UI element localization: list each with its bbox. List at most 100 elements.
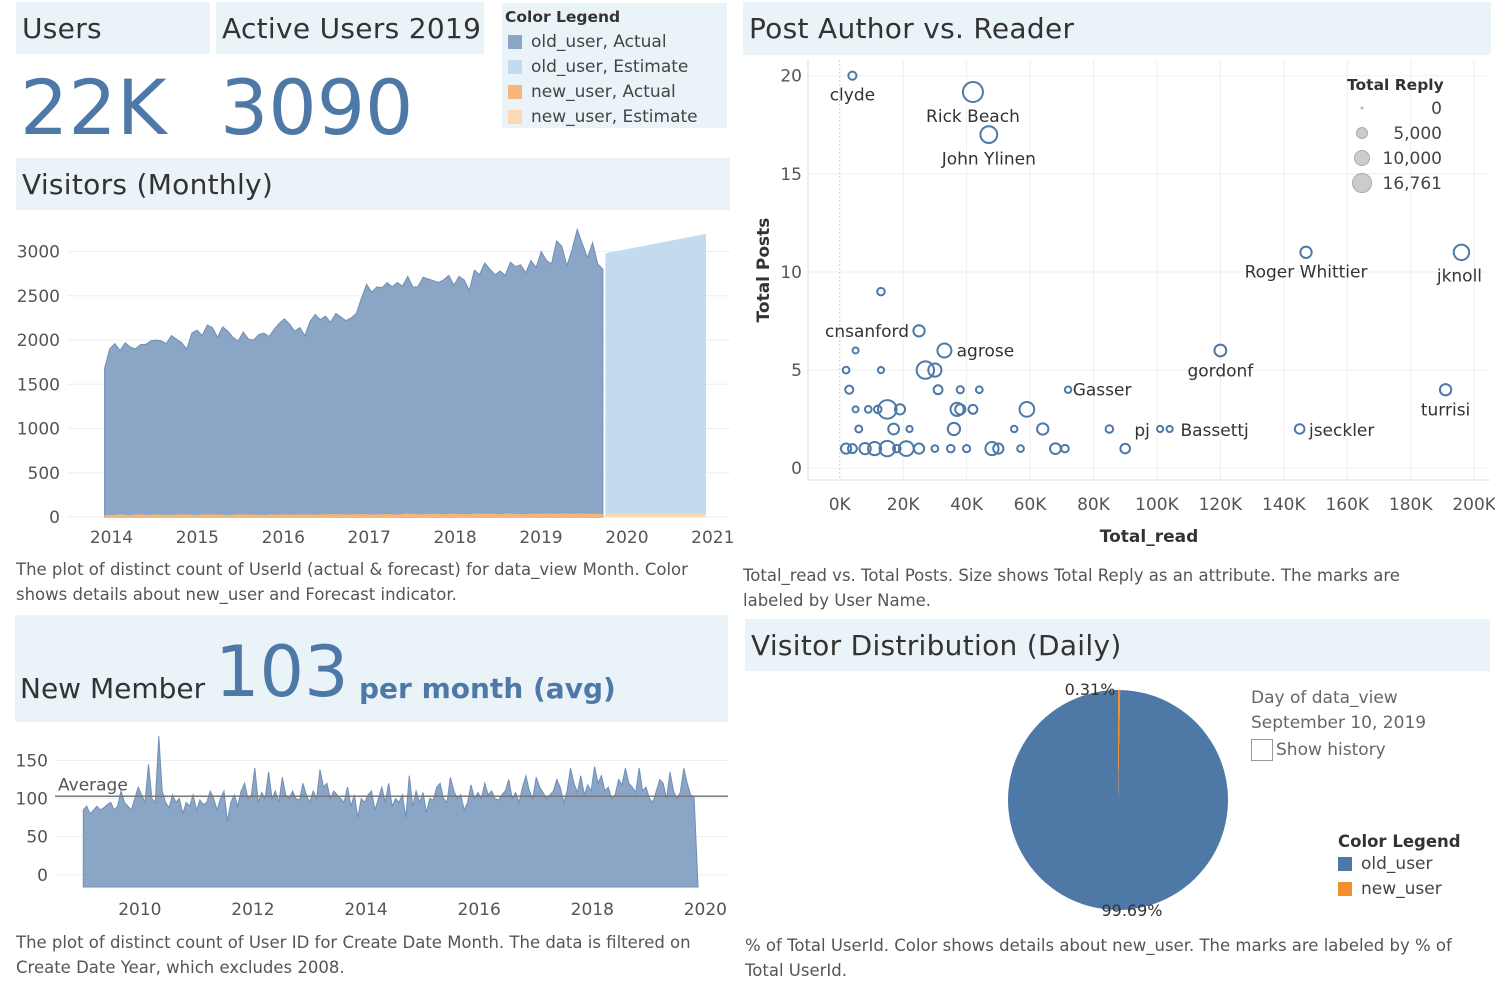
x-tick-label: 120K [1199,495,1243,515]
scatter-point [887,422,901,436]
distribution-pie[interactable]: 0.31% 99.69% [990,675,1250,925]
legend-swatch [508,59,522,74]
scatter-point [955,385,965,395]
scatter-point [1165,424,1174,434]
x-tick-label: 2012 [231,900,274,920]
scatter-point [932,384,944,396]
point-label: clyde [830,86,875,106]
scatter-point [851,346,860,355]
scatter-point [846,443,858,455]
y-axis-title: Total Posts [754,218,774,323]
scatter-point [1293,423,1306,435]
size-legend-mark [1354,150,1370,166]
scatter-point [905,424,914,434]
series-old-actual [104,227,604,518]
new-member-header: New Member 103 per month (avg) [15,615,728,722]
point-label: Gasser [1073,381,1132,401]
scatter-title: Post Author vs. Reader [749,12,1075,45]
pie-label-new: 0.31% [1065,680,1116,699]
scatter-point [854,424,864,434]
x-tick-label: 2010 [118,900,161,920]
y-tick-label: 0 [791,459,802,479]
scatter-point [1009,424,1019,434]
scatter-point [930,444,940,453]
point-label: cnsanford [825,322,909,342]
pie-label-old: 99.69% [1101,901,1162,920]
x-tick-label: 2015 [176,528,219,548]
y-tick-label: 500 [28,464,60,484]
legend-swatch [508,109,522,124]
distribution-caption: % of Total UserId. Color shows details a… [745,936,1452,980]
new-member-unit: per month (avg) [359,672,616,705]
show-history-toggle[interactable]: Show history [1251,738,1426,763]
y-tick-label: 0 [37,866,48,886]
x-tick-label: 140K [1262,495,1306,515]
scatter-point [946,421,962,437]
scatter-point [1018,400,1036,418]
x-tick-label: 200K [1452,495,1495,515]
y-tick-label: 2500 [17,287,60,307]
x-tick-label: 160K [1325,495,1369,515]
new-members-chart[interactable]: 0 50 100 150 2010 2012 2014 2016 2018 2020 Average [0,725,740,925]
legend-item-old-actual[interactable]: old_user, Actual [508,29,698,54]
x-tick-label: 2016 [458,900,501,920]
x-tick-label: 2016 [262,528,305,548]
color-legend-title: Color Legend [505,8,621,26]
show-history-checkbox[interactable] [1251,739,1273,761]
x-tick-label: 2020 [605,528,648,548]
users-kpi-title: Users [22,12,102,45]
x-tick-label: 100K [1135,495,1179,515]
scatter-point [858,441,872,456]
legend-item-new-estimate[interactable]: new_user, Estimate [508,104,698,129]
series-old-estimate [605,233,706,517]
scatter-point [1036,422,1050,436]
scatter-point [1299,245,1313,259]
pie-legend-item-old[interactable]: old_user [1338,851,1461,876]
scatter-point [1119,442,1131,455]
x-tick-label: 40K [950,495,984,515]
scatter-point [912,442,926,455]
scatter-point [961,81,984,103]
visitors-title: Visitors (Monthly) [22,168,274,201]
legend-swatch [508,34,522,49]
y-tick-label: 1000 [17,420,60,440]
point-label: jseckler [1308,421,1374,441]
scatter-caption: Total_read vs. Total Posts. Size shows T… [743,566,1400,610]
size-legend-label: 10,000 [1383,149,1442,169]
size-legend-label: 5,000 [1393,124,1442,144]
scatter-point [945,443,956,454]
y-tick-label: 150 [16,751,48,771]
legend-item-old-estimate[interactable]: old_user, Estimate [508,54,698,79]
day-filter-value[interactable]: September 10, 2019 [1251,711,1426,736]
y-tick-label: 3000 [17,243,60,263]
point-label: pj [1134,421,1150,441]
average-label: Average [58,775,128,795]
pie-legend-item-new[interactable]: new_user [1338,876,1461,901]
point-label: Bassettj [1180,421,1248,441]
active-users-kpi-title: Active Users 2019 [222,12,482,45]
point-label: Rick Beach [926,107,1020,127]
users-kpi-value: 22K [20,63,167,152]
scatter-point [1438,383,1453,397]
x-tick-label: 2020 [684,900,727,920]
x-tick-label: 80K [1077,495,1111,515]
scatter-point [1049,442,1062,455]
scatter-point [979,125,999,144]
size-legend-marks: 0 5,000 10,000 16,761 [1352,99,1442,194]
size-legend-label: 0 [1431,99,1442,119]
scatter-point [912,324,926,338]
x-tick-label: 2014 [90,528,133,548]
new-member-caption: The plot of distinct count of User ID fo… [16,933,691,977]
scatter-point [844,384,855,395]
legend-swatch [508,84,522,99]
point-label: agrose [957,341,1015,361]
y-tick-label: 1500 [17,375,60,395]
legend-item-new-actual[interactable]: new_user, Actual [508,79,698,104]
size-legend-mark [1352,173,1372,193]
users-kpi-header: Users [16,2,210,54]
scatter-point [851,405,860,414]
day-filter: Day of data_view September 10, 2019 Show… [1251,686,1426,763]
series-new-estimate [605,513,706,517]
point-label: turrisi [1421,401,1470,421]
visitors-chart[interactable]: 0 500 1000 1500 2000 2500 3000 2014 2015 2016 2017… [0,215,740,555]
